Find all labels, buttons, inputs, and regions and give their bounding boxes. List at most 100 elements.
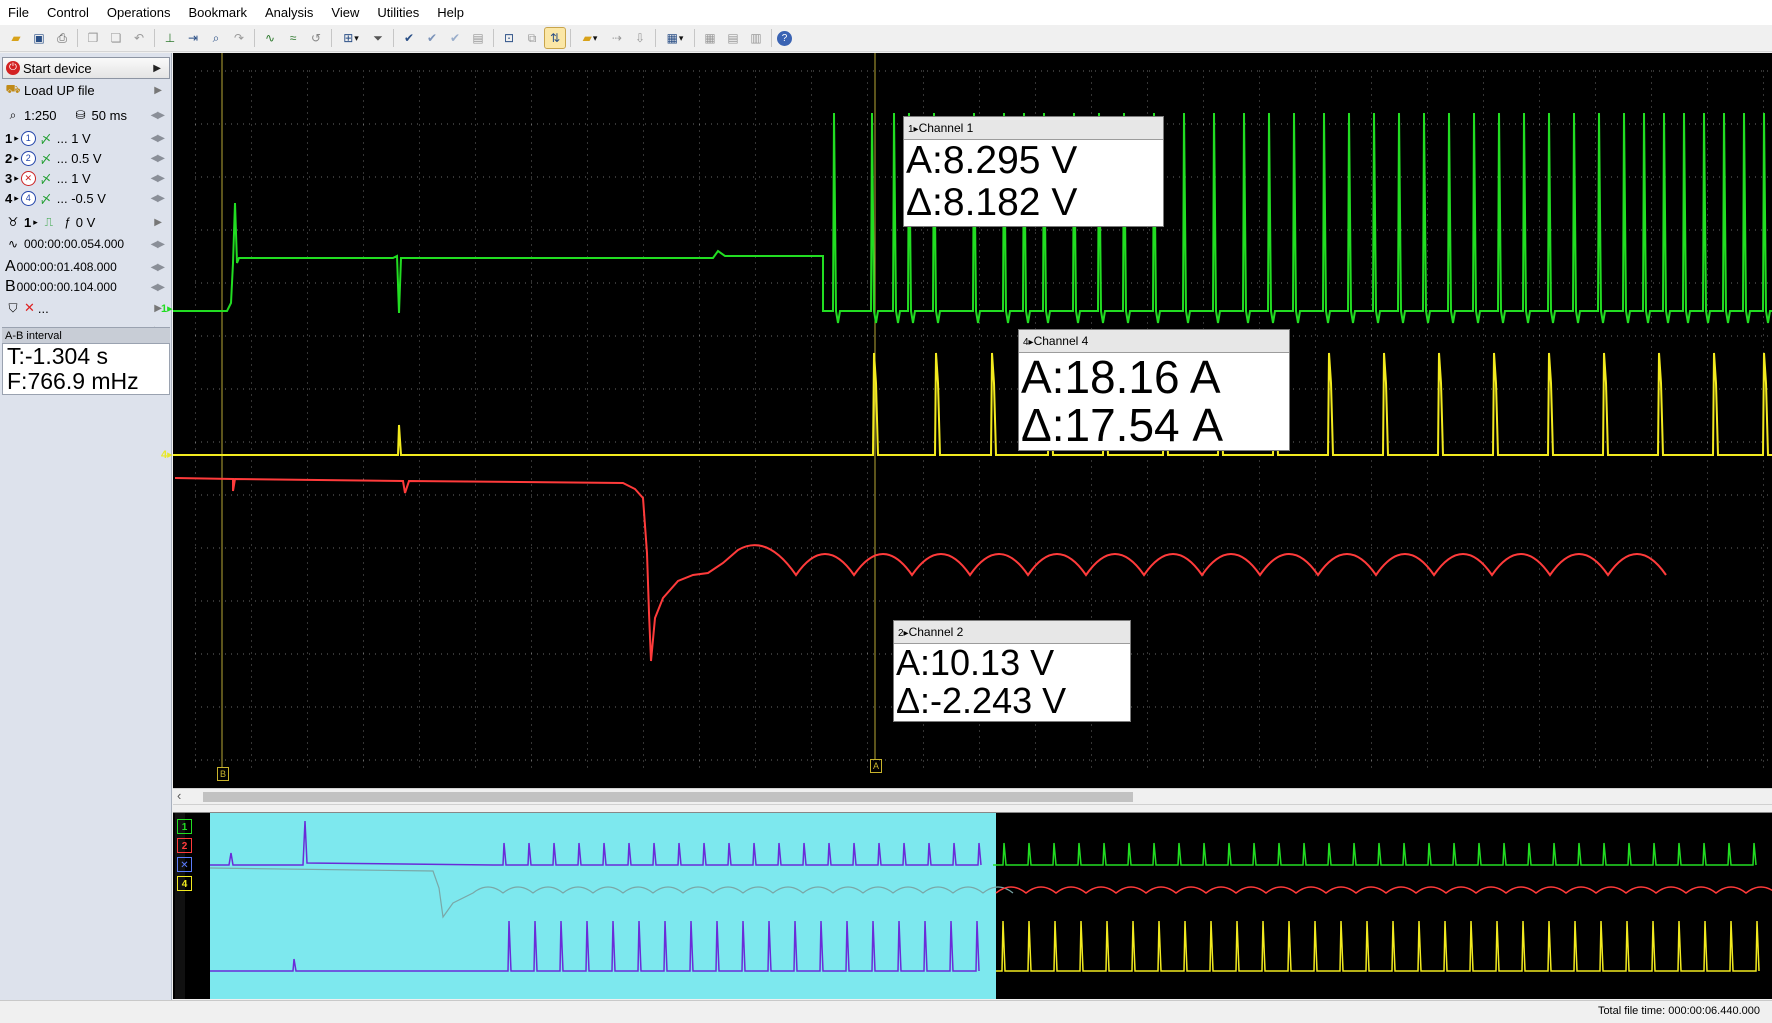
- zoom-tool-icon[interactable]: ⌕: [206, 28, 226, 48]
- menu-utilities[interactable]: Utilities: [369, 0, 429, 25]
- ab-interval-time: T:-1.304 s: [7, 343, 108, 369]
- adjust-arrows-icon[interactable]: ◀▶: [151, 153, 165, 164]
- level-icon: ƒ: [64, 215, 72, 229]
- channel-4-marker[interactable]: 4▸: [161, 448, 173, 461]
- channel-4-row[interactable]: 4 ▸ 4 〆 ... -0.5 V ◀▶: [2, 187, 170, 209]
- fit-icon[interactable]: ⊡: [499, 28, 519, 48]
- overview-channel-3-off-icon[interactable]: ✕: [177, 857, 192, 872]
- adjust-arrows-icon[interactable]: ◀▶: [151, 282, 165, 293]
- scroll-left-icon[interactable]: ‹: [177, 788, 181, 803]
- adjust-arrows-icon[interactable]: ◀▶: [151, 110, 165, 121]
- panel-icon[interactable]: ▥: [746, 28, 766, 48]
- channel-4-value-a: A:18.16 A: [1021, 351, 1221, 403]
- overview-panel[interactable]: 1 2 ✕ 4: [173, 812, 1772, 999]
- menu-operations[interactable]: Operations: [99, 0, 181, 25]
- copy-icon[interactable]: ❐: [83, 28, 103, 48]
- cursor-b-label: B: [5, 278, 16, 295]
- cursor-a-time: 000:00:01.408.000: [16, 260, 117, 274]
- menu-help[interactable]: Help: [429, 0, 474, 25]
- overview-channel-labels: 1 2 ✕ 4: [177, 819, 192, 895]
- filter-icon: ⛉: [8, 300, 18, 315]
- status-bar: Total file time: 000:00:06.440.000: [0, 1000, 1772, 1023]
- filter-icon[interactable]: ⏷: [368, 28, 388, 48]
- start-device-button[interactable]: ⏻ Start device ▶: [2, 57, 170, 79]
- channel-2-readout[interactable]: 2▸Channel 2 A:10.13 V Δ:-2.243 V: [893, 620, 1131, 722]
- magnifier-icon: ⌕: [9, 107, 17, 122]
- channel-4-readout[interactable]: 4▸Channel 4 A:18.16 A Δ:17.54 A: [1018, 329, 1290, 451]
- filter-row[interactable]: ⛉ ✕ ... ▶: [2, 297, 170, 319]
- channel-1-readout[interactable]: 1▸Channel 1 A:8.295 V Δ:8.182 V: [903, 116, 1164, 227]
- adjust-arrows-icon[interactable]: ◀▶: [151, 173, 165, 184]
- channel-1-marker[interactable]: 1▸: [161, 302, 173, 315]
- print-icon[interactable]: ⎙: [52, 28, 72, 48]
- load-file-button[interactable]: ⛟ Load UP file ▶: [2, 79, 170, 101]
- overview-channel-4-label[interactable]: 4: [177, 876, 192, 891]
- cursor-b-row[interactable]: B 000:00:00.104.000 ◀▶: [2, 276, 170, 298]
- overview-channel-1-label[interactable]: 1: [177, 819, 192, 834]
- redo-icon[interactable]: ↷: [229, 28, 249, 48]
- pretrigger-row[interactable]: ∿ 000:00:00.054.000 ◀▶: [2, 233, 170, 255]
- menu-view[interactable]: View: [323, 0, 369, 25]
- adjust-arrows-icon[interactable]: ◀▶: [151, 193, 165, 204]
- scrollbar-thumb[interactable]: [203, 792, 1133, 802]
- trigger-row[interactable]: ♉ 1 ▸ ⎍ ƒ 0 V ▶: [2, 211, 170, 233]
- document-icon[interactable]: ▤: [468, 28, 488, 48]
- channel-2-enabled-icon[interactable]: 2: [20, 150, 36, 166]
- autoscale-icon[interactable]: ⇅: [544, 27, 566, 49]
- waveform-icon[interactable]: ∿: [260, 28, 280, 48]
- download-icon[interactable]: ⇩: [630, 28, 650, 48]
- check-secondary-icon[interactable]: ✔: [422, 28, 442, 48]
- cursor-a-marker[interactable]: A: [870, 759, 882, 773]
- cursor-a-row[interactable]: A 000:00:01.408.000 ◀▶: [2, 256, 170, 278]
- cursor-b-marker[interactable]: B: [217, 767, 229, 781]
- arrow-icon: 2▸: [898, 628, 909, 639]
- layers-icon[interactable]: ⧉: [522, 28, 542, 48]
- channel-3-disabled-icon[interactable]: ✕: [20, 170, 36, 186]
- toolbar-separator: [254, 29, 255, 47]
- adjust-arrows-icon[interactable]: ◀▶: [151, 239, 165, 250]
- channel-2-value-delta: Δ:-2.243 V: [896, 680, 1067, 721]
- zoom-timebase-row[interactable]: ⌕ 1:250 ⛁ 50 ms ◀▶: [2, 104, 170, 126]
- cursor-icon[interactable]: ⊥: [160, 28, 180, 48]
- edge-icon: ⎍: [44, 214, 53, 229]
- help-icon[interactable]: ?: [777, 30, 792, 46]
- channel-4-enabled-icon[interactable]: 4: [20, 190, 36, 206]
- step-icon[interactable]: ⇢: [607, 28, 627, 48]
- trigger-icon: ♉: [7, 215, 19, 229]
- zoom-dropdown-icon[interactable]: ⊞: [337, 28, 365, 48]
- channel-1-number: 1: [5, 130, 13, 146]
- overview-canvas[interactable]: [173, 813, 1772, 999]
- adjust-arrows-icon[interactable]: ◀▶: [151, 262, 165, 273]
- chevron-right-icon: ▶: [153, 62, 161, 74]
- waveform-compare-icon[interactable]: ≈: [283, 28, 303, 48]
- grid-icon[interactable]: ▦: [700, 28, 720, 48]
- scope-display[interactable]: 1▸ 4▸ 1▸Channel 1 A:8.295 V Δ:8.182 V 4▸C…: [161, 53, 1772, 788]
- check-tertiary-icon[interactable]: ✔: [445, 28, 465, 48]
- menu-bookmark[interactable]: Bookmark: [180, 0, 257, 25]
- display-dropdown-icon[interactable]: ▦: [661, 28, 689, 48]
- paste-icon[interactable]: ❏: [106, 28, 126, 48]
- measure-icon[interactable]: ⇥: [183, 28, 203, 48]
- save-icon[interactable]: ▣: [29, 28, 49, 48]
- channel-1-enabled-icon[interactable]: 1: [20, 130, 36, 146]
- power-icon: ⏻: [6, 61, 20, 75]
- open-folder-icon[interactable]: ▰: [6, 28, 26, 48]
- channel-1-row[interactable]: 1 ▸ 1 〆 ... 1 V ◀▶: [2, 127, 170, 149]
- menu-control[interactable]: Control: [39, 0, 99, 25]
- return-icon[interactable]: ↺: [306, 28, 326, 48]
- menu-file[interactable]: File: [0, 0, 39, 25]
- check-icon[interactable]: ✔: [399, 28, 419, 48]
- overview-channel-2-label[interactable]: 2: [177, 838, 192, 853]
- menu-analysis[interactable]: Analysis: [257, 0, 323, 25]
- channel-2-row[interactable]: 2 ▸ 2 〆 ... 0.5 V ◀▶: [2, 147, 170, 169]
- cursor-a-label: A: [5, 258, 16, 275]
- adjust-arrows-icon[interactable]: ◀▶: [151, 133, 165, 144]
- open-menu-icon[interactable]: ▰: [576, 28, 604, 48]
- arrow-icon: 1▸: [908, 124, 919, 135]
- pretrigger-time: 000:00:00.054.000: [24, 237, 125, 251]
- table-icon[interactable]: ▤: [723, 28, 743, 48]
- channel-3-number: 3: [5, 170, 13, 186]
- horizontal-scrollbar[interactable]: ‹: [173, 788, 1772, 805]
- undo-icon[interactable]: ↶: [129, 28, 149, 48]
- channel-3-row[interactable]: 3 ▸ ✕ 〆 ... 1 V ◀▶: [2, 167, 170, 189]
